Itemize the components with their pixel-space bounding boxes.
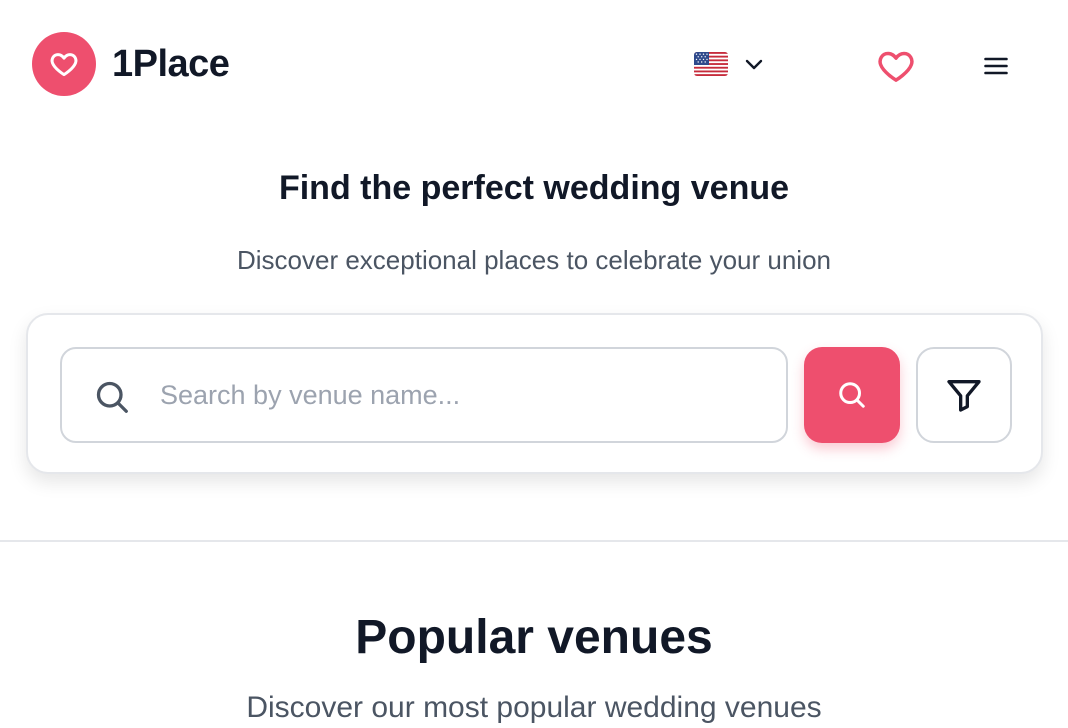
search-icon (839, 382, 865, 408)
hero-subtitle: Discover exceptional places to celebrate… (236, 245, 831, 275)
logo[interactable] (32, 32, 96, 96)
search-button[interactable] (804, 347, 900, 443)
search-icon (96, 381, 128, 413)
language-selector[interactable] (694, 44, 774, 84)
hamburger-icon (984, 57, 1008, 75)
filter-button[interactable] (916, 347, 1012, 443)
hero-title: Find the perfect wedding venue (278, 169, 790, 207)
search-field[interactable] (60, 347, 788, 443)
chevron-down-icon (745, 59, 763, 70)
heart-outline-icon (878, 51, 914, 82)
section-divider (0, 540, 1068, 542)
favorites-button[interactable] (874, 44, 918, 88)
filter-icon (947, 380, 981, 412)
heart-icon (50, 53, 78, 77)
menu-button[interactable] (974, 44, 1018, 88)
search-input[interactable] (158, 363, 768, 427)
app-header: 1Place (0, 0, 1068, 130)
us-flag-icon (694, 52, 728, 76)
popular-venues-subtitle: Discover our most popular wedding venues (246, 691, 822, 724)
search-card (26, 313, 1043, 474)
popular-venues-title: Popular venues (355, 611, 713, 664)
brand-name[interactable]: 1Place (112, 40, 230, 88)
